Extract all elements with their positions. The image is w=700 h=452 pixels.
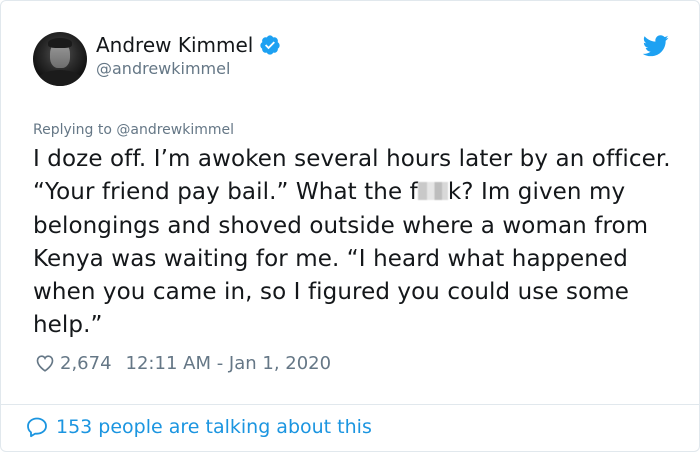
divider (1, 404, 699, 405)
replying-mention[interactable]: @andrewkimmel (116, 122, 234, 138)
avatar[interactable] (33, 32, 87, 86)
censored-blur (417, 182, 448, 201)
verified-badge-icon (260, 35, 280, 55)
timestamp[interactable]: 12:11 AM - Jan 1, 2020 (126, 353, 332, 374)
heart-icon[interactable] (34, 352, 56, 374)
conversation-link[interactable]: 153 people are talking about this (25, 415, 372, 439)
conversation-label[interactable]: 153 people are talking about this (56, 416, 372, 438)
twitter-bird-icon[interactable] (643, 35, 669, 57)
avatar-shoulders (37, 70, 83, 86)
author-name-row[interactable]: Andrew Kimmel (96, 33, 281, 57)
avatar-hair (48, 38, 72, 48)
author-handle[interactable]: @andrewkimmel (96, 59, 230, 78)
author-name[interactable]: Andrew Kimmel (96, 33, 253, 57)
tweet-card: Andrew Kimmel @andrewkimmel Replying to … (0, 0, 700, 452)
tweet-text: I doze off. I’m awoken several hours lat… (33, 143, 673, 343)
replying-to: Replying to @andrewkimmel (33, 122, 234, 138)
replying-prefix: Replying to (33, 122, 112, 138)
speech-bubble-icon (27, 417, 47, 438)
like-count[interactable]: 2,674 (60, 353, 112, 374)
tweet-meta: 2,674 12:11 AM - Jan 1, 2020 (34, 352, 331, 374)
